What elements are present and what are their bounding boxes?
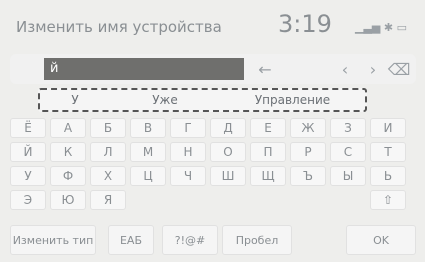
change-type-button[interactable]: Изменить тип (10, 225, 96, 255)
key[interactable]: А (50, 118, 86, 138)
delete-button[interactable]: ⌫ (382, 58, 416, 80)
battery-icon: ▭ (396, 21, 407, 34)
key[interactable]: Й (10, 142, 46, 162)
key[interactable]: Ь (370, 166, 406, 186)
chevron-left-icon: ‹ (341, 59, 349, 79)
page-title: Изменить имя устройства (16, 18, 222, 36)
text-entry-bar: й ← ‹ › ⌫ (10, 54, 416, 84)
key[interactable]: О (210, 142, 246, 162)
key[interactable]: М (130, 142, 166, 162)
key[interactable]: К (50, 142, 86, 162)
key[interactable]: У (10, 166, 46, 186)
key[interactable]: Ч (170, 166, 206, 186)
delete-icon: ⌫ (387, 59, 411, 79)
key[interactable]: Н (170, 142, 206, 162)
key[interactable]: З (330, 118, 366, 138)
key[interactable]: В (130, 118, 166, 138)
key[interactable]: Ё (10, 118, 46, 138)
key[interactable]: Я (90, 190, 126, 210)
header: Изменить имя устройства 3:19 ▁▃▅ ✱ ▭ (8, 8, 417, 42)
bottom-bar: Изменить тип EAБ ?!@# Пробел OK (10, 225, 416, 255)
key[interactable]: Ф (50, 166, 86, 186)
key[interactable]: Ъ (290, 166, 326, 186)
key[interactable]: П (250, 142, 286, 162)
key[interactable]: Д (210, 118, 246, 138)
clock: 3:19 (278, 10, 332, 38)
key[interactable]: Б (90, 118, 126, 138)
keyboard-layout-button[interactable]: EAБ (108, 225, 154, 255)
symbols-button[interactable]: ?!@# (162, 225, 218, 255)
backspace-left-arrow-icon[interactable]: ← (248, 58, 282, 80)
name-input[interactable]: й (44, 58, 244, 80)
suggestion-item[interactable]: Уже (110, 90, 220, 110)
key[interactable]: Е (250, 118, 286, 138)
key[interactable]: Г (170, 118, 206, 138)
key[interactable]: Ы (330, 166, 366, 186)
key[interactable]: Л (90, 142, 126, 162)
key[interactable]: Т (370, 142, 406, 162)
arrow-left-icon: ← (258, 59, 272, 79)
ok-button[interactable]: OK (346, 225, 416, 255)
key[interactable]: Р (290, 142, 326, 162)
key[interactable]: Ц (130, 166, 166, 186)
key[interactable]: Ш (210, 166, 246, 186)
shift-key[interactable]: ⇧ (370, 190, 406, 210)
suggestion-item[interactable]: У (40, 90, 110, 110)
space-button[interactable]: Пробел (222, 225, 292, 255)
key[interactable]: Х (90, 166, 126, 186)
shift-icon: ⇧ (382, 193, 394, 207)
bluetooth-icon: ✱ (383, 21, 394, 34)
key[interactable]: Э (10, 190, 46, 210)
signal-icon: ▁▃▅ (354, 21, 381, 34)
suggestion-item[interactable]: Управление (220, 90, 365, 110)
key[interactable]: И (370, 118, 406, 138)
suggestion-bar: У Уже Управление (38, 88, 367, 112)
key[interactable]: Ж (290, 118, 326, 138)
device-rename-screen: Изменить имя устройства 3:19 ▁▃▅ ✱ ▭ й ←… (0, 0, 425, 262)
status-icons: ▁▃▅ ✱ ▭ (355, 21, 407, 34)
key[interactable]: С (330, 142, 366, 162)
chevron-right-icon: › (369, 59, 377, 79)
key[interactable]: Щ (250, 166, 286, 186)
key[interactable]: Ю (50, 190, 86, 210)
